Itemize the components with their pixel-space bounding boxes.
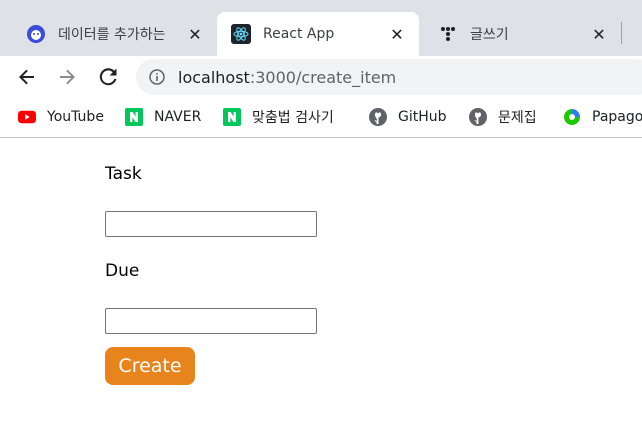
bookmark-label: 맞춤법 검사기 [252, 110, 334, 126]
bookmark-spell-checker[interactable]: 맞춤법 검사기 [223, 106, 334, 128]
close-icon[interactable]: ✕ [185, 24, 205, 44]
reload-icon [99, 68, 117, 86]
bookmark-youtube[interactable]: YouTube [18, 106, 104, 128]
tab-title: React App [263, 26, 335, 42]
tab-data-add[interactable]: 데이터를 추가하는 ✕ [12, 12, 217, 56]
task-input[interactable] [105, 211, 317, 237]
bookmark-label: NAVER [154, 109, 202, 125]
reload-button[interactable] [94, 63, 122, 91]
tab-title: 데이터를 추가하는 [58, 27, 166, 43]
due-label: Due [105, 261, 140, 281]
create-button[interactable]: Create [105, 347, 195, 385]
naver-icon [223, 108, 241, 126]
bookmark-naver[interactable]: NAVER [125, 106, 201, 128]
bookmark-label: 문제집 [498, 110, 537, 126]
github-icon [469, 108, 487, 126]
naver-icon [125, 108, 143, 126]
tab-strip: 데이터를 추가하는 ✕ React App ✕ 글쓰기 ✕ [0, 0, 642, 56]
forward-button[interactable] [53, 63, 81, 91]
task-label: Task [105, 164, 142, 184]
browser-toolbar: localhost:3000/create_item [0, 56, 642, 98]
close-icon[interactable]: ✕ [589, 24, 609, 44]
tab-write[interactable]: 글쓰기 ✕ [424, 12, 621, 56]
page-content: Task Due Create [0, 139, 642, 430]
url-path: :3000/create_item [249, 67, 397, 87]
arrow-left-icon [19, 69, 34, 85]
close-icon[interactable]: ✕ [387, 24, 407, 44]
bookmark-problem-set[interactable]: 문제집 [469, 106, 537, 128]
youtube-icon [18, 108, 36, 126]
tistory-icon [438, 24, 458, 44]
bookmarks-bar: YouTube NAVER 맞춤법 검사기 GitHub 문제집 Papago [0, 98, 642, 138]
info-icon[interactable] [148, 68, 166, 86]
github-icon [369, 108, 387, 126]
url-text: localhost:3000/create_item [178, 68, 396, 87]
tab-separator [621, 22, 622, 44]
bookmark-label: GitHub [398, 109, 447, 125]
back-button[interactable] [13, 63, 41, 91]
tab-react-app[interactable]: React App ✕ [217, 12, 419, 56]
bookmark-label: Papago [592, 109, 642, 125]
bookmark-papago[interactable]: Papago [563, 106, 642, 128]
tab-title: 글쓰기 [470, 27, 509, 43]
due-input[interactable] [105, 308, 317, 334]
bookmark-github[interactable]: GitHub [369, 106, 447, 128]
address-bar[interactable]: localhost:3000/create_item [136, 59, 642, 95]
arrow-right-icon [60, 69, 75, 85]
url-host: localhost [178, 67, 250, 87]
papago-icon [563, 108, 581, 126]
react-icon [231, 24, 251, 44]
bookmark-label: YouTube [47, 109, 104, 125]
whale-icon [26, 24, 46, 44]
